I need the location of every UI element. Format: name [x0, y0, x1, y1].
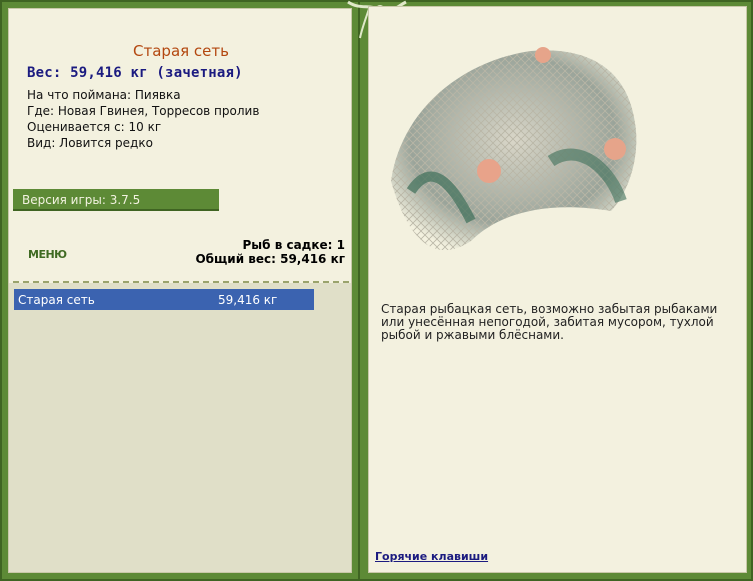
menu-button[interactable]: МЕНЮ: [28, 248, 67, 261]
list-item-weight: 59,416 кг: [218, 293, 278, 307]
keepnet-summary: Рыб в садке: 1 Общий вес: 59,416 кг: [195, 238, 345, 266]
kind-info: Вид: Ловится редко: [27, 136, 153, 150]
keepnet-total-weight: Общий вес: 59,416 кг: [195, 252, 345, 266]
keepnet-count: Рыб в садке: 1: [242, 238, 346, 252]
list-item-name: Старая сеть: [18, 293, 95, 307]
list-item[interactable]: Старая сеть 59,416 кг: [14, 289, 314, 310]
fishing-net-image: [391, 47, 637, 251]
fish-weight: Вес: 59,416 кг (зачетная): [27, 65, 243, 81]
catch-list: Старая сеть 59,416 кг: [9, 283, 351, 572]
bait-info: На что поймана: Пиявка: [27, 88, 181, 102]
fish-detail-panel: Старая рыбацкая сеть, возможно забытая р…: [368, 6, 747, 573]
fish-info-panel: Старая сеть Вес: 59,416 кг (зачетная) На…: [8, 8, 352, 573]
valued-from-info: Оценивается с: 10 кг: [27, 120, 162, 134]
fish-description: Старая рыбацкая сеть, возможно забытая р…: [381, 302, 718, 342]
hotkeys-link[interactable]: Горячие клавиши: [375, 550, 488, 563]
location-info: Где: Новая Гвинея, Торресов пролив: [27, 104, 260, 118]
game-version-bar: Версия игры: 3.7.5: [13, 189, 219, 211]
fish-title: Старая сеть: [133, 42, 229, 60]
